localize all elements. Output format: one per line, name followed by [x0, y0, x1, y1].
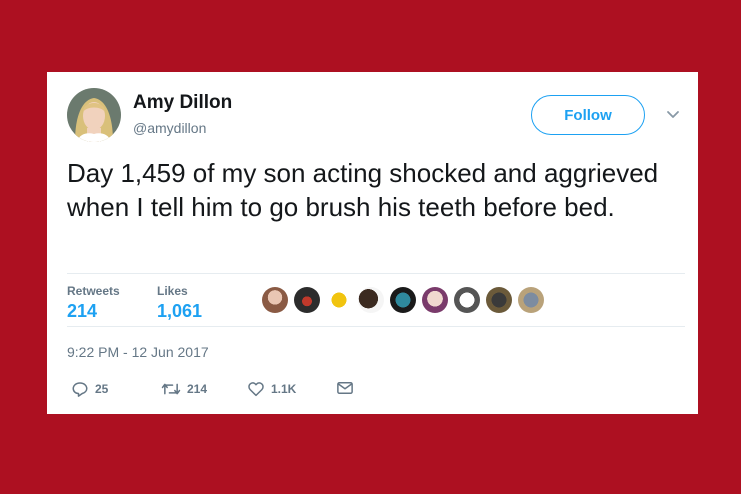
liker-avatar[interactable] — [422, 287, 448, 313]
liker-avatar[interactable] — [486, 287, 512, 313]
retweet-button[interactable]: 214 — [161, 380, 207, 398]
heart-icon — [248, 382, 264, 397]
retweet-count: 214 — [187, 382, 208, 396]
tweet-text: Day 1,459 of my son acting shocked and a… — [67, 158, 659, 222]
liker-avatar[interactable] — [358, 287, 384, 313]
envelope-icon — [337, 382, 353, 394]
retweets-count: 214 — [67, 301, 98, 321]
liker-avatars — [262, 287, 544, 313]
liker-avatar[interactable] — [454, 287, 480, 313]
follow-button[interactable]: Follow — [531, 95, 645, 135]
liker-avatar[interactable] — [262, 287, 288, 313]
liker-avatar[interactable] — [390, 287, 416, 313]
avatar[interactable] — [67, 88, 121, 142]
retweets-stat[interactable]: Retweets 214 — [67, 284, 120, 322]
likes-stat[interactable]: Likes 1,061 — [157, 284, 202, 322]
divider — [67, 326, 685, 327]
liker-avatar[interactable] — [326, 287, 352, 313]
likes-label: Likes — [157, 284, 188, 298]
retweets-label: Retweets — [67, 284, 120, 298]
reply-button[interactable]: 25 — [71, 380, 108, 398]
author-name[interactable]: Amy Dillon — [133, 92, 232, 114]
like-count: 1.1K — [271, 382, 297, 396]
tweet-card: Amy Dillon @amydillon Follow Day 1,459 o… — [47, 72, 698, 414]
liker-avatar[interactable] — [294, 287, 320, 313]
tweet-timestamp[interactable]: 9:22 PM - 12 Jun 2017 — [67, 344, 209, 360]
like-button[interactable]: 1.1K — [247, 380, 296, 398]
likes-count: 1,061 — [157, 301, 203, 321]
chevron-down-icon[interactable] — [665, 106, 681, 122]
liker-avatar[interactable] — [518, 287, 544, 313]
retweet-icon — [161, 383, 181, 395]
divider — [67, 273, 685, 274]
message-button[interactable] — [336, 380, 354, 396]
author-handle[interactable]: @amydillon — [133, 120, 206, 136]
reply-icon — [72, 382, 88, 397]
reply-count: 25 — [95, 382, 109, 396]
